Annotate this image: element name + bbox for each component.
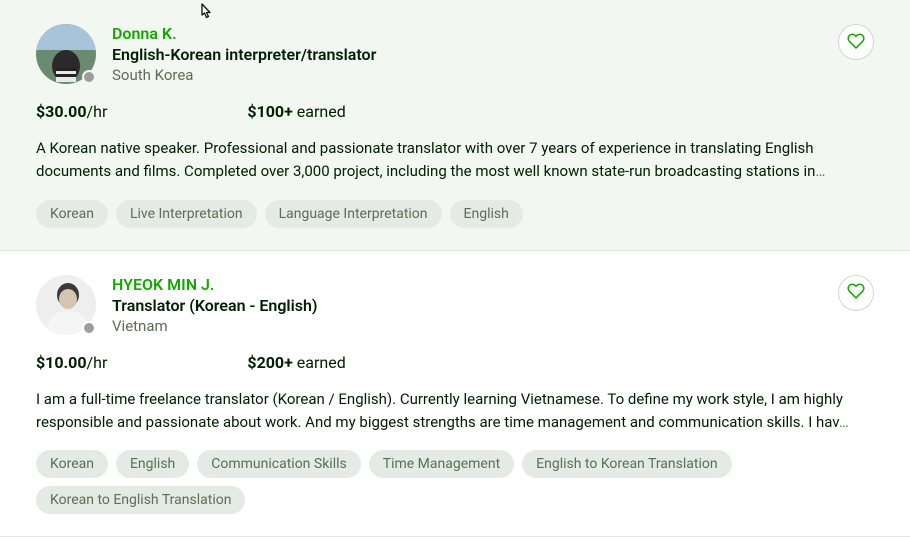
hourly-rate: $30.00/hr [36,102,107,121]
freelancer-location: Vietnam [112,317,318,335]
heart-icon [847,32,865,53]
skill-tag[interactable]: Live Interpretation [116,200,257,228]
freelancer-title: English-Korean interpreter/translator [112,45,376,64]
heart-icon [847,282,865,303]
total-earned: $100+ earned [247,102,345,121]
skill-tag[interactable]: Korean [36,450,108,478]
hourly-rate: $10.00/hr [36,353,107,372]
skill-tags: Korean English Communication Skills Time… [36,450,874,514]
skill-tag[interactable]: English [116,450,189,478]
skill-tag[interactable]: Communication Skills [197,450,360,478]
favorite-button[interactable] [838,24,874,60]
skill-tag[interactable]: Time Management [369,450,514,478]
status-indicator [82,321,96,335]
skill-tags: Korean Live Interpretation Language Inte… [36,200,874,228]
freelancer-title: Translator (Korean - English) [112,296,318,315]
freelancer-card[interactable]: HYEOK MIN J. Translator (Korean - Englis… [0,251,910,537]
avatar[interactable] [36,24,96,84]
status-indicator [82,70,96,84]
avatar[interactable] [36,275,96,335]
skill-tag[interactable]: Korean to English Translation [36,486,245,514]
freelancer-name[interactable]: HYEOK MIN J. [112,275,318,294]
freelancer-location: South Korea [112,66,376,84]
total-earned: $200+ earned [247,353,345,372]
favorite-button[interactable] [838,275,874,311]
freelancer-name[interactable]: Donna K. [112,24,376,43]
freelancer-description: A Korean native speaker. Professional an… [36,137,874,184]
skill-tag[interactable]: Language Interpretation [265,200,442,228]
skill-tag[interactable]: English [450,200,523,228]
freelancer-card[interactable]: Donna K. English-Korean interpreter/tran… [0,0,910,251]
freelancer-description: I am a full-time freelance translator (K… [36,388,874,435]
skill-tag[interactable]: English to Korean Translation [522,450,731,478]
skill-tag[interactable]: Korean [36,200,108,228]
